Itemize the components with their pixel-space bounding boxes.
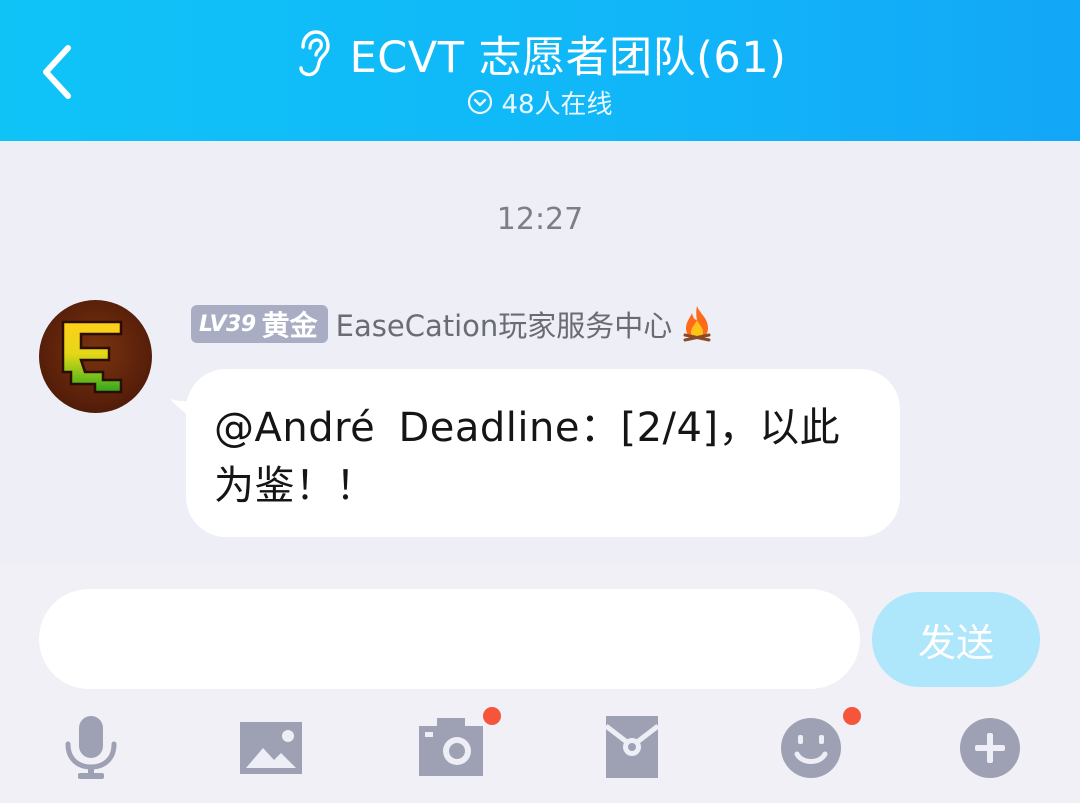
toolbar-camera-button[interactable] [417,714,489,780]
level-badge: LV39 黄金 [191,305,328,343]
toolbar-emoji-button[interactable] [778,714,850,780]
send-button[interactable]: 发送 [872,592,1040,687]
message-bubble[interactable]: @André Deadline：[2/4]，以此为鉴！！ [170,369,900,537]
image-icon [240,722,302,774]
message-text: @André Deadline：[2/4]，以此为鉴！！ [214,405,841,509]
microphone-icon [65,716,117,779]
avatar[interactable] [39,300,152,413]
page-title: ECVT 志愿者团队(61) [349,33,787,83]
emoji-icon [781,718,841,778]
badge-level: LV39 [199,311,256,337]
online-count-label: 48人在线 [501,89,613,120]
emoji-notification-badge [843,707,861,725]
toolbar-more-button[interactable] [956,714,1028,780]
online-status[interactable]: 48人在线 [0,84,1080,120]
red-packet-icon [604,716,660,778]
ear-icon[interactable] [294,29,332,79]
message-input[interactable] [39,589,860,689]
chevron-down-circle-icon [467,89,493,115]
camera-notification-badge [483,707,501,725]
title-row: ECVT 志愿者团队(61) [0,26,1080,83]
toolbar-image-button[interactable] [236,714,308,780]
sender-row: LV39 黄金 EaseCation玩家服务中心 [191,304,714,344]
plus-icon [960,718,1020,778]
easecation-logo-icon [61,320,123,394]
badge-title: 黄金 [261,309,318,342]
camera-icon [419,718,483,776]
chat-header: ECVT 志愿者团队(61) 48人在线 [0,0,1080,141]
toolbar-red-packet-button[interactable] [600,714,672,780]
sender-name[interactable]: EaseCation玩家服务中心 [336,303,673,345]
message-timestamp: 12:27 [496,202,584,237]
fire-icon [680,304,714,344]
bubble-tail [170,399,198,421]
toolbar-voice-button[interactable] [55,714,127,780]
